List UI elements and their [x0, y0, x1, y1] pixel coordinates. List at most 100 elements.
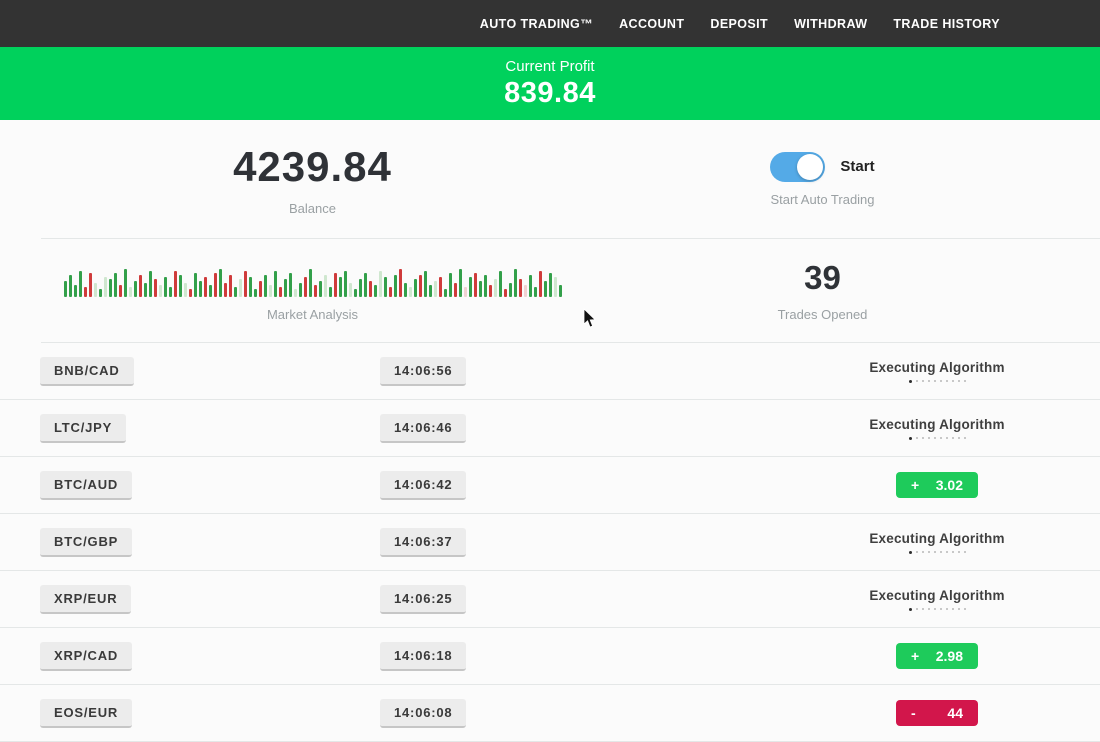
executing-label: Executing Algorithm	[869, 588, 1004, 603]
trade-status: Executing Algorithm	[774, 531, 1100, 554]
balance-label: Balance	[289, 201, 336, 216]
pair-badge: XRP/CAD	[40, 642, 132, 671]
chart-bar	[519, 279, 522, 297]
chart-bar	[464, 287, 467, 297]
market-section: Market Analysis 39 Trades Opened	[0, 239, 1100, 342]
chart-bar	[64, 281, 67, 297]
chart-bar	[114, 273, 117, 297]
nav-item-auto-trading[interactable]: AUTO TRADING™	[480, 17, 593, 31]
chart-bar	[174, 271, 177, 297]
profit-banner: Current Profit 839.84	[0, 47, 1100, 120]
chart-bar	[539, 271, 542, 297]
trade-row: BNB/CAD 14:06:56 Executing Algorithm	[0, 343, 1100, 400]
chart-bar	[124, 269, 127, 297]
executing-status: Executing Algorithm	[869, 417, 1004, 440]
chart-bar	[154, 279, 157, 297]
trade-row: XRP/EUR 14:06:25 Executing Algorithm	[0, 571, 1100, 628]
chart-bar	[469, 277, 472, 297]
executing-label: Executing Algorithm	[869, 417, 1004, 432]
chart-bar	[514, 269, 517, 297]
chart-bar	[274, 271, 277, 297]
chart-bar	[259, 281, 262, 297]
nav-item-trade-history[interactable]: TRADE HISTORY	[893, 17, 1000, 31]
trade-row: EOS/EUR 14:06:08 -44	[0, 685, 1100, 742]
chart-bar	[294, 289, 297, 297]
trade-status: +3.02	[774, 472, 1100, 498]
chart-bar	[299, 283, 302, 297]
trade-row: BTC/GBP 14:06:37 Executing Algorithm	[0, 514, 1100, 571]
chart-bar	[199, 281, 202, 297]
chart-bar	[549, 273, 552, 297]
nav-item-deposit[interactable]: DEPOSIT	[710, 17, 768, 31]
chart-bar	[354, 289, 357, 297]
trade-row: LTC/JPY 14:06:46 Executing Algorithm	[0, 400, 1100, 457]
chart-bar	[204, 277, 207, 297]
time-badge: 14:06:42	[380, 471, 466, 500]
chart-bar	[109, 279, 112, 297]
chart-bar	[254, 289, 257, 297]
auto-trading-toggle[interactable]	[770, 152, 825, 182]
chart-bar	[439, 277, 442, 297]
time-badge: 14:06:37	[380, 528, 466, 557]
chart-bar	[429, 285, 432, 297]
chart-bar	[229, 275, 232, 297]
chart-bar	[369, 281, 372, 297]
trade-row: XRP/CAD 14:06:18 +2.98	[0, 628, 1100, 685]
chart-bar	[384, 277, 387, 297]
chart-bar	[474, 273, 477, 297]
chart-bar	[534, 287, 537, 297]
trade-status: -44	[774, 700, 1100, 726]
chart-bar	[264, 275, 267, 297]
chart-bar	[554, 277, 557, 297]
chart-bar	[99, 289, 102, 297]
chart-bar	[79, 271, 82, 297]
toggle-knob	[797, 154, 823, 180]
chart-bar	[334, 273, 337, 297]
pair-badge: BTC/GBP	[40, 528, 132, 557]
trade-status: +2.98	[774, 643, 1100, 669]
executing-status: Executing Algorithm	[869, 360, 1004, 383]
chart-bar	[134, 281, 137, 297]
main-content: 4239.84 Balance Start Start Auto Trading…	[0, 120, 1100, 742]
result-badge: -44	[896, 700, 978, 726]
top-nav: AUTO TRADING™ ACCOUNT DEPOSIT WITHDRAW TRADE…	[0, 0, 1100, 47]
trade-status: Executing Algorithm	[774, 588, 1100, 611]
chart-bar	[129, 287, 132, 297]
chart-bar	[344, 271, 347, 297]
chart-bar	[359, 279, 362, 297]
progress-dots	[869, 608, 1004, 611]
executing-label: Executing Algorithm	[869, 531, 1004, 546]
chart-bar	[479, 281, 482, 297]
chart-bar	[309, 269, 312, 297]
chart-bar	[184, 283, 187, 297]
chart-bar	[239, 279, 242, 297]
chart-bar	[244, 271, 247, 297]
chart-bar	[419, 275, 422, 297]
nav-item-account[interactable]: ACCOUNT	[619, 17, 684, 31]
chart-bar	[509, 283, 512, 297]
chart-bar	[444, 289, 447, 297]
pair-badge: BNB/CAD	[40, 357, 134, 386]
chart-bar	[399, 269, 402, 297]
chart-bar	[459, 269, 462, 297]
chart-bar	[209, 285, 212, 297]
progress-dots	[869, 551, 1004, 554]
market-analysis-label: Market Analysis	[267, 307, 358, 322]
time-badge: 14:06:18	[380, 642, 466, 671]
chart-bar	[159, 285, 162, 297]
pair-badge: XRP/EUR	[40, 585, 131, 614]
result-badge: +3.02	[896, 472, 978, 498]
chart-bar	[234, 287, 237, 297]
chart-bar	[249, 277, 252, 297]
result-value: 3.02	[936, 477, 963, 493]
chart-bar	[144, 283, 147, 297]
executing-status: Executing Algorithm	[869, 588, 1004, 611]
chart-bar	[449, 273, 452, 297]
time-badge: 14:06:25	[380, 585, 466, 614]
nav-item-withdraw[interactable]: WITHDRAW	[794, 17, 867, 31]
chart-bar	[164, 277, 167, 297]
chart-bar	[329, 287, 332, 297]
chart-bar	[214, 273, 217, 297]
trades-table: BNB/CAD 14:06:56 Executing Algorithm LTC…	[0, 343, 1100, 742]
chart-bar	[104, 277, 107, 297]
